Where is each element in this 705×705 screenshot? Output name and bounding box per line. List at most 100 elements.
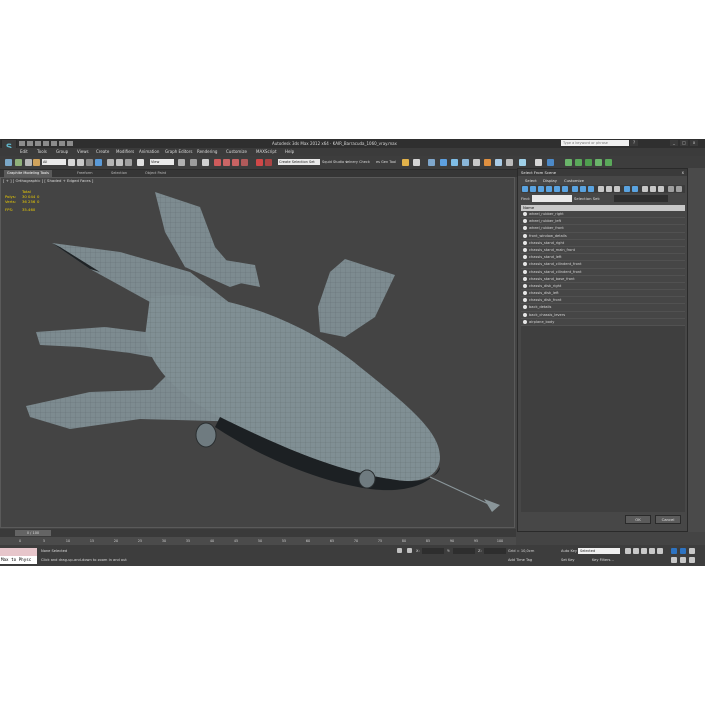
previous-frame-icon[interactable]: [633, 548, 639, 554]
display-geometry-icon[interactable]: [522, 186, 528, 192]
list-item[interactable]: chassis_disk_right: [521, 282, 685, 291]
select-invert-icon[interactable]: [658, 186, 664, 192]
ok-button[interactable]: OK: [625, 515, 651, 524]
select-by-name-icon[interactable]: [77, 159, 84, 166]
zoom-icon[interactable]: [671, 548, 677, 554]
render-setup-icon[interactable]: [462, 159, 469, 166]
keyboard-shortcut-icon[interactable]: [202, 159, 209, 166]
plugin-label-a[interactable]: Squid Studio v: [322, 159, 347, 166]
select-object-icon[interactable]: [68, 159, 75, 166]
menu-modifiers[interactable]: Modifiers: [116, 148, 134, 156]
close-button[interactable]: x: [690, 140, 698, 146]
list-item[interactable]: back_details: [521, 304, 685, 312]
material-editor-icon[interactable]: [451, 159, 458, 166]
display-lights-icon[interactable]: [538, 186, 544, 192]
render-icon[interactable]: [484, 159, 491, 166]
coordinate-system-dropdown[interactable]: View: [150, 159, 174, 165]
edit-named-selection-icon[interactable]: [256, 159, 263, 166]
go-to-end-icon[interactable]: [657, 548, 663, 554]
plugin-icon-b[interactable]: [575, 159, 582, 166]
menu-rendering[interactable]: Rendering: [197, 148, 217, 156]
time-slider[interactable]: 0 / 100: [0, 529, 516, 537]
minimize-button[interactable]: _: [670, 140, 678, 146]
cancel-button[interactable]: Cancel: [655, 515, 681, 524]
selection-set-dropdown[interactable]: [614, 195, 668, 202]
display-xrefs-icon[interactable]: [580, 186, 586, 192]
filter-icon[interactable]: [668, 186, 674, 192]
add-time-tag[interactable]: Add Time Tag: [508, 558, 532, 562]
list-item[interactable]: chassis_stand_right: [521, 239, 685, 247]
x-coordinate-field[interactable]: [422, 548, 444, 554]
menu-create[interactable]: Create: [96, 148, 109, 156]
rendered-frame-icon[interactable]: [473, 159, 480, 166]
schematic-view-icon[interactable]: [440, 159, 447, 166]
new-file-icon[interactable]: [19, 141, 25, 146]
auto-key-button[interactable]: Auto Key: [561, 549, 577, 553]
list-item[interactable]: chassis_stand_left: [521, 254, 685, 262]
dialog-menu-display[interactable]: Display: [543, 177, 557, 184]
field-of-view-icon[interactable]: [671, 557, 677, 563]
menu-animation[interactable]: Animation: [139, 148, 159, 156]
named-selection-dropdown[interactable]: Create Selection Set: [278, 159, 320, 165]
redo-icon[interactable]: [51, 141, 57, 146]
tab-graphite-modeling-tools[interactable]: Graphite Modeling Tools: [4, 170, 53, 177]
select-rotate-icon[interactable]: [116, 159, 123, 166]
perspective-viewport[interactable]: [ + ] [ Orthographic ] [ Shaded + Edged …: [0, 177, 516, 529]
layer-manager-icon[interactable]: [402, 159, 409, 166]
list-item[interactable]: chassis_stand_cilindent_front: [521, 268, 685, 276]
unlink-icon[interactable]: [33, 159, 40, 166]
next-frame-icon[interactable]: [649, 548, 655, 554]
reference-coord-icon[interactable]: [137, 159, 144, 166]
track-bar[interactable]: 0 5 10 15 20 25 30 35 40 45 50 55 60 65 …: [0, 537, 516, 545]
rectangle-selection-icon[interactable]: [86, 159, 93, 166]
plugin-icon-e[interactable]: [605, 159, 612, 166]
plugin-icon-a[interactable]: [565, 159, 572, 166]
plugin-label-b[interactable]: ielnery Check: [346, 159, 370, 166]
tab-object-paint[interactable]: Object Paint: [145, 170, 166, 177]
maxscript-input[interactable]: Max to Physc: [0, 556, 37, 564]
display-groups-icon[interactable]: [572, 186, 578, 192]
environment-icon[interactable]: [519, 159, 526, 166]
selection-filter-dropdown[interactable]: All: [42, 159, 66, 165]
menu-help[interactable]: Help: [285, 148, 294, 156]
vray-frame-buffer-icon[interactable]: [535, 159, 542, 166]
select-scale-icon[interactable]: [125, 159, 132, 166]
set-key-button[interactable]: Set Key: [561, 558, 575, 562]
list-item[interactable]: wheel_rubber_front: [521, 225, 685, 233]
infocenter-icon[interactable]: ?: [630, 140, 638, 146]
menu-views[interactable]: Views: [77, 148, 89, 156]
scene-object-list[interactable]: Name wheel_rubber_right wheel_rubber_lef…: [521, 205, 685, 512]
select-link-icon[interactable]: [25, 159, 32, 166]
snaps-toggle-icon[interactable]: [214, 159, 221, 166]
plugin-icon-d[interactable]: [595, 159, 602, 166]
dialog-menu-select[interactable]: Select: [525, 177, 537, 184]
zoom-all-icon[interactable]: [680, 548, 686, 554]
undo-icon[interactable]: [5, 159, 12, 166]
pan-view-icon[interactable]: [680, 557, 686, 563]
display-children-icon[interactable]: [632, 186, 638, 192]
menu-customize[interactable]: Customize: [226, 148, 247, 156]
key-mode-dropdown[interactable]: Selected: [578, 548, 620, 554]
angle-snap-icon[interactable]: [223, 159, 230, 166]
display-space-warps-icon[interactable]: [562, 186, 568, 192]
display-shapes-icon[interactable]: [530, 186, 536, 192]
redo-icon[interactable]: [15, 159, 22, 166]
display-helpers-icon[interactable]: [554, 186, 560, 192]
tab-freeform[interactable]: Freeform: [77, 170, 93, 177]
sync-selection-icon[interactable]: [624, 186, 630, 192]
graphite-toggle-icon[interactable]: [413, 159, 420, 166]
menu-group[interactable]: Group: [56, 148, 68, 156]
z-coordinate-field[interactable]: [484, 548, 506, 554]
pivot-center-icon[interactable]: [178, 159, 185, 166]
mirror-icon[interactable]: [265, 159, 272, 166]
maxscript-listener[interactable]: Max to Physc: [0, 548, 37, 564]
list-item[interactable]: chassis_stand_cilindent_front: [521, 261, 685, 269]
list-item[interactable]: chassis_stand_main_front: [521, 246, 685, 255]
list-item[interactable]: chassis_disk_front: [521, 297, 685, 305]
save-file-icon[interactable]: [35, 141, 41, 146]
find-input[interactable]: [532, 195, 572, 202]
time-slider-thumb[interactable]: 0 / 100: [15, 530, 51, 536]
select-move-icon[interactable]: [107, 159, 114, 166]
menu-tools[interactable]: Tools: [37, 148, 47, 156]
orbit-icon[interactable]: [689, 557, 695, 563]
